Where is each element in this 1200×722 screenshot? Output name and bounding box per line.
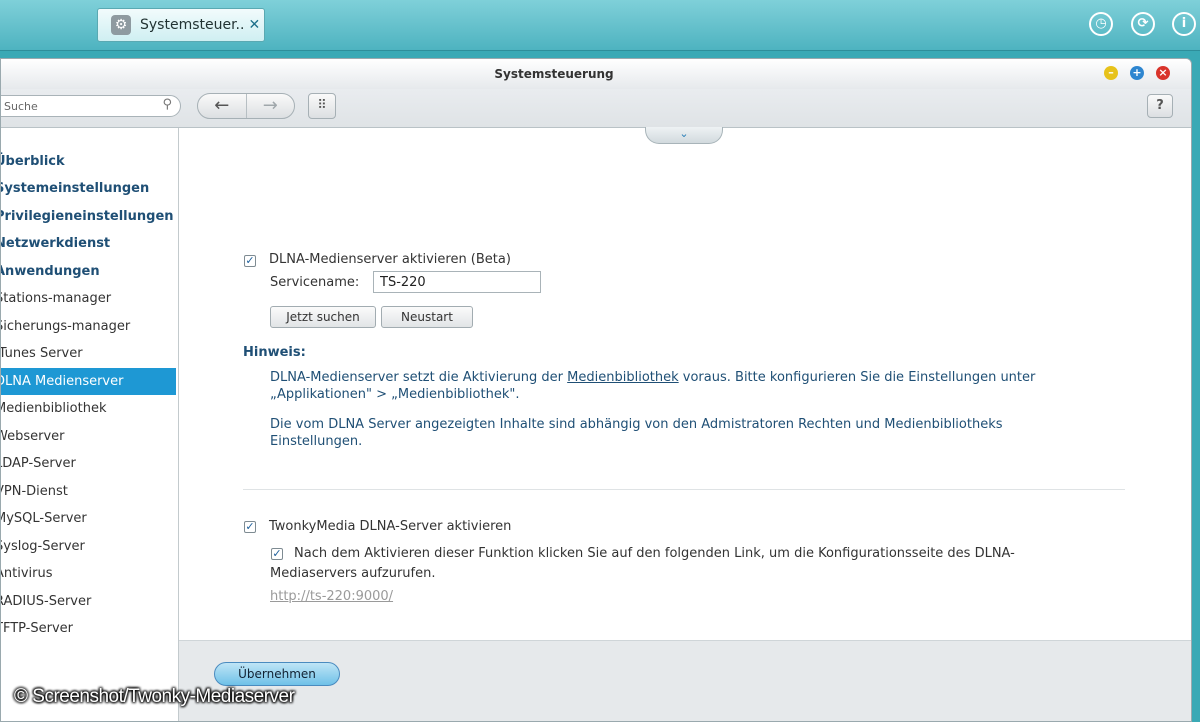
dlna-enable-label: DLNA-Medienserver aktivieren (Beta) <box>269 252 511 267</box>
section-divider <box>243 489 1125 490</box>
search-box: ⚲ <box>1 95 181 117</box>
sidebar-item-privilegieneinstellungen[interactable]: Privilegieneinstellungen <box>1 203 176 230</box>
hint-line-2: „Applikationen" > „Medienbibliothek". <box>270 387 520 402</box>
twonky-enable-label: TwonkyMedia DLNA-Server aktivieren <box>269 519 512 534</box>
sidebar-item-webserver[interactable]: Webserver <box>1 423 176 450</box>
copyright-watermark: © Screenshot/Twonky-Mediaserver <box>14 686 295 707</box>
twonky-description: Nach dem Aktivieren dieser Funktion klic… <box>270 546 1015 581</box>
hint-para2-line-2: Einstellungen. <box>270 434 363 449</box>
control-panel-window: Systemsteuerung – + × ⚲ ← → ⠿ ? Überblic… <box>0 58 1192 722</box>
window-title: Systemsteuerung <box>494 67 614 81</box>
apply-button[interactable]: Übernehmen <box>214 662 340 686</box>
hint-para2-line-1: Die vom DLNA Server angezeigten Inhalte … <box>270 417 1003 432</box>
back-button[interactable]: ← <box>198 94 247 118</box>
clock-icon[interactable]: ◷ <box>1089 12 1113 36</box>
footer-bar: Übernehmen <box>179 640 1191 721</box>
hint-title: Hinweis: <box>243 345 306 360</box>
maximize-icon[interactable]: + <box>1130 66 1144 80</box>
main-content: ⌄ ✓ DLNA-Medienserver aktivieren (Beta) … <box>179 127 1191 640</box>
sidebar-item-netzwerkdienst[interactable]: Netzwerkdienst <box>1 230 176 257</box>
info-icon[interactable]: i <box>1172 12 1196 36</box>
hint-line-1-post: voraus. Bitte konfigurieren Sie die Eins… <box>678 370 1036 385</box>
chevron-down-icon[interactable]: ⌄ <box>645 127 723 144</box>
hint-line-1-pre: DLNA-Medienserver setzt die Aktivierung … <box>270 370 568 385</box>
sidebar-item-antivirus[interactable]: Antivirus <box>1 560 176 587</box>
sidebar: Überblick Systemeinstellungen Privilegie… <box>1 128 179 721</box>
help-button[interactable]: ? <box>1147 94 1173 118</box>
search-input[interactable] <box>4 98 154 114</box>
toolbar: ⚲ ← → ⠿ ? <box>1 89 1191 128</box>
sidebar-item-tftp-server[interactable]: TFTP-Server <box>1 615 176 642</box>
taskbar-tab-systemsteuerung[interactable]: ⚙ Systemsteuer.. ✕ <box>97 8 265 42</box>
close-icon[interactable]: ✕ <box>248 17 260 33</box>
service-name-input[interactable] <box>373 271 541 293</box>
sidebar-item-medienbibliothek[interactable]: Medienbibliothek <box>1 395 176 422</box>
hint-line-1: DLNA-Medienserver setzt die Aktivierung … <box>270 369 1035 386</box>
taskbar: ⚙ Systemsteuer.. ✕ ◷ ⟳ i <box>0 0 1200 51</box>
minimize-icon[interactable]: – <box>1104 66 1118 80</box>
search-icon[interactable]: ⚲ <box>162 97 172 112</box>
navigation-buttons: ← → <box>197 93 295 119</box>
sidebar-item-ldap-server[interactable]: LDAP-Server <box>1 450 176 477</box>
search-now-button[interactable]: Jetzt suchen <box>270 306 376 328</box>
taskbar-tab-label: Systemsteuer.. <box>140 17 245 33</box>
forward-button[interactable]: → <box>247 94 295 118</box>
dlna-enable-checkbox[interactable]: ✓ <box>244 255 256 267</box>
sidebar-item-ueberblick[interactable]: Überblick <box>1 148 176 175</box>
sidebar-item-syslog-server[interactable]: Syslog-Server <box>1 533 176 560</box>
close-window-icon[interactable]: × <box>1156 66 1170 80</box>
overview-grid-button[interactable]: ⠿ <box>308 93 336 119</box>
sidebar-item-mysql-server[interactable]: MySQL-Server <box>1 505 176 532</box>
sidebar-item-stations-manager[interactable]: Stations-manager <box>1 285 176 312</box>
sidebar-item-vpn-dienst[interactable]: VPN-Dienst <box>1 478 176 505</box>
sidebar-item-radius-server[interactable]: RADIUS-Server <box>1 588 176 615</box>
sidebar-item-anwendungen[interactable]: Anwendungen <box>1 258 176 285</box>
twonky-config-link[interactable]: http://ts-220:9000/ <box>270 589 393 604</box>
window-titlebar: Systemsteuerung – + × <box>1 59 1191 89</box>
sidebar-item-itunes-server[interactable]: iTunes Server <box>1 340 176 367</box>
sidebar-item-systemeinstellungen[interactable]: Systemeinstellungen <box>1 175 176 202</box>
sidebar-item-dlna-medienserver[interactable]: DLNA Medienserver <box>1 368 176 395</box>
medienbibliothek-link[interactable]: Medienbibliothek <box>567 370 678 385</box>
service-name-label: Servicename: <box>270 275 360 290</box>
restart-button[interactable]: Neustart <box>381 306 473 328</box>
gear-icon: ⚙ <box>111 15 131 35</box>
sidebar-item-sicherungs-manager[interactable]: Sicherungs-manager <box>1 313 176 340</box>
twonky-enable-checkbox[interactable]: ✓ <box>244 521 256 533</box>
sync-icon[interactable]: ⟳ <box>1131 12 1155 36</box>
